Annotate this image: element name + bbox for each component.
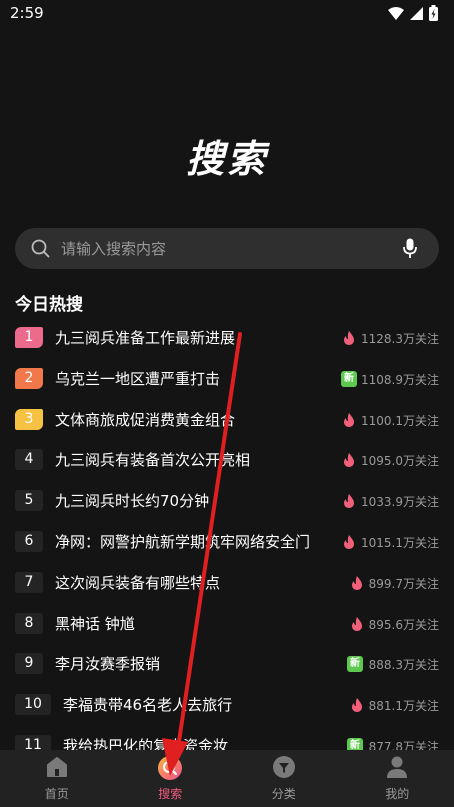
nav-label: 我的 [385, 787, 410, 801]
hot-item-title: 这次阅兵装备有哪些特点 [55, 573, 221, 592]
rank-badge: 9 [15, 653, 43, 675]
follower-count: 1033.9万关注 [361, 495, 439, 510]
signal-icon [410, 6, 423, 20]
rank-badge: 6 [15, 530, 43, 552]
page-title: 搜索 [185, 137, 268, 181]
fire-icon [344, 534, 354, 549]
rank-badge: 8 [15, 612, 43, 634]
fire-icon [352, 575, 362, 590]
list-item[interactable]: 5 九三阅兵时长约70分钟 1033.9万关注 [0, 481, 454, 522]
follower-count: 1015.1万关注 [361, 535, 439, 550]
list-item[interactable]: 8 黑神话 钟馗 895.6万关注 [0, 604, 454, 645]
nav-label: 搜索 [158, 787, 183, 801]
bottom-nav: 首页 搜索 分类 我的 [0, 750, 454, 807]
list-item[interactable]: 4 九三阅兵有装备首次公开亮相 1095.0万关注 [0, 440, 454, 481]
rank-badge: 5 [15, 490, 43, 512]
rank-badge: 2 [15, 367, 43, 389]
search-input[interactable] [61, 228, 391, 269]
hot-search-list: 1 九三阅兵准备工作最新进展 1128.3万关注 2 乌克兰一地区遭严重打击 新… [0, 318, 454, 767]
follower-count: 1100.1万关注 [361, 413, 439, 428]
list-item[interactable]: 7 这次阅兵装备有哪些特点 899.7万关注 [0, 563, 454, 604]
nav-tab-category[interactable]: 分类 [227, 750, 341, 807]
battery-icon [429, 5, 438, 21]
rank-badge: 10 [15, 694, 51, 716]
follower-count: 1128.3万关注 [361, 332, 439, 346]
new-badge: 新 [341, 370, 357, 387]
search-bar[interactable] [15, 228, 439, 269]
nav-tab-profile[interactable]: 我的 [341, 750, 454, 807]
nav-tab-home[interactable]: 首页 [0, 750, 114, 807]
list-item[interactable]: 3 文体商旅成促消费黄金组合 1100.1万关注 [0, 400, 454, 441]
rank-badge: 4 [15, 449, 43, 471]
nav-label: 首页 [44, 787, 69, 801]
fire-icon [344, 331, 354, 345]
microphone-icon[interactable] [403, 238, 417, 259]
list-item[interactable]: 9 李月汝赛季报销 新 888.3万关注 [0, 644, 454, 685]
fire-icon [352, 698, 362, 713]
follower-count: 1095.0万关注 [361, 454, 439, 469]
new-badge: 新 [347, 656, 363, 673]
fire-icon [344, 453, 354, 468]
search-icon [31, 239, 50, 258]
follower-count: 899.7万关注 [368, 576, 439, 591]
rank-badge: 3 [15, 408, 43, 430]
rank-badge: 1 [15, 327, 43, 348]
list-item[interactable]: 1 九三阅兵准备工作最新进展 1128.3万关注 [0, 318, 454, 359]
hot-item-title: 净网：网警护航新学期筑牢网络安全门 [55, 532, 311, 551]
hot-item-title: 文体商旅成促消费黄金组合 [55, 410, 236, 429]
home-icon [46, 757, 67, 777]
follower-count: 895.6万关注 [368, 617, 439, 632]
hot-item-title: 九三阅兵有装备首次公开亮相 [55, 451, 251, 470]
list-item[interactable]: 6 净网：网警护航新学期筑牢网络安全门 1015.1万关注 [0, 522, 454, 563]
nav-tab-search[interactable]: 搜索 [114, 750, 228, 807]
category-icon [272, 756, 295, 778]
follower-count: 1108.9万关注 [361, 372, 439, 387]
hot-item-title: 黑神话 钟馗 [55, 614, 135, 633]
hot-item-title: 李月汝赛季报销 [55, 655, 161, 674]
rank-badge: 7 [15, 571, 43, 593]
list-item[interactable]: 2 乌克兰一地区遭严重打击 新 1108.9万关注 [0, 359, 454, 400]
follower-count: 881.1万关注 [368, 699, 439, 714]
fire-icon [344, 412, 354, 427]
search-tab-icon [158, 756, 183, 780]
hot-item-title: 九三阅兵时长约70分钟 [55, 492, 210, 511]
wifi-icon [388, 6, 404, 20]
list-item[interactable]: 10 李福贵带46名老人去旅行 881.1万关注 [0, 685, 454, 726]
nav-label: 分类 [271, 787, 296, 801]
status-bar: 2:59 [0, 0, 454, 28]
hot-item-title: 李福贵带46名老人去旅行 [63, 696, 233, 715]
profile-icon [387, 756, 408, 778]
hot-item-title: 乌克兰一地区遭严重打击 [55, 369, 221, 388]
status-icons [388, 5, 438, 21]
hot-section-title: 今日热搜 [15, 295, 83, 315]
fire-icon [352, 616, 362, 631]
hot-item-title: 九三阅兵准备工作最新进展 [55, 329, 236, 347]
follower-count: 888.3万关注 [368, 658, 439, 673]
fire-icon [344, 494, 354, 509]
status-time: 2:59 [10, 4, 44, 22]
